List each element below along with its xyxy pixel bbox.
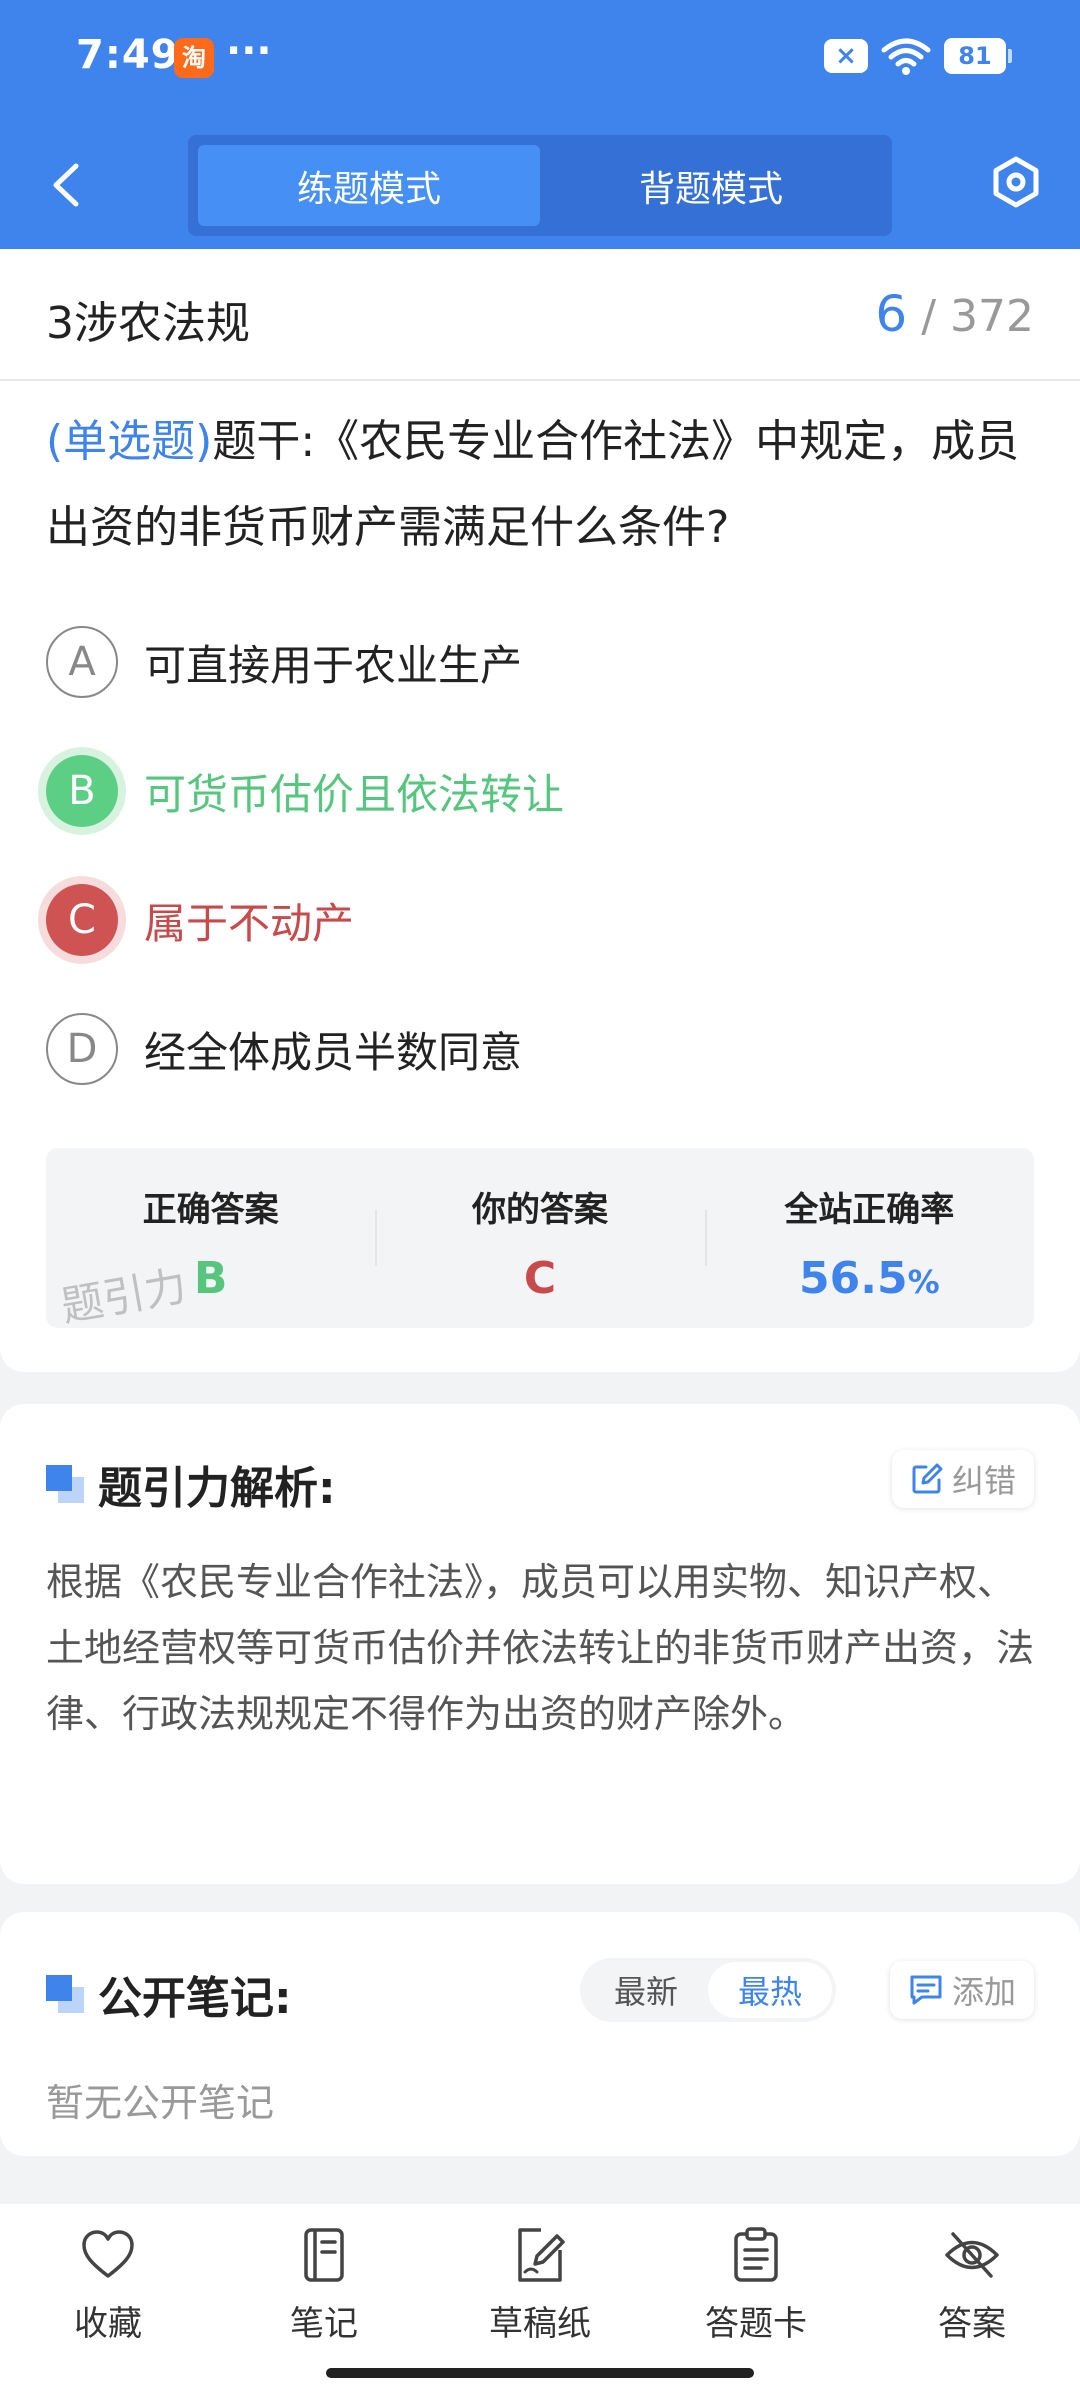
site-accuracy-number: 56.5 — [799, 1253, 908, 1304]
site-accuracy-unit: % — [907, 1263, 940, 1301]
back-button[interactable] — [40, 150, 90, 220]
nav-label: 收藏 — [74, 2304, 142, 2344]
your-answer-label: 你的答案 — [471, 1190, 608, 1230]
no-notes-text: 暂无公开笔记 — [46, 2081, 275, 2125]
sort-hottest[interactable]: 最热 — [708, 1962, 832, 2018]
option-letter: D — [46, 1013, 118, 1085]
battery-indicator: 81 — [944, 38, 1012, 74]
question-text: (单选题)题干:《农民专业合作社法》中规定，成员出资的非货币财产需满足什么条件? — [46, 399, 1036, 571]
taobao-app-icon: 淘 — [174, 38, 214, 78]
notes-card: 公开笔记: 最新 最热 添加 暂无公开笔记 — [0, 1912, 1080, 2156]
vpn-icon: × — [824, 39, 868, 73]
option-text: 可货币估价且依法转让 — [144, 769, 565, 819]
mode-switch: 练题模式 背题模式 — [188, 135, 892, 236]
nav-label: 草稿纸 — [489, 2304, 591, 2344]
correct-answer: 正确答案 B 题引力 — [46, 1148, 375, 1331]
answer-card-icon — [734, 2227, 778, 2282]
analysis-title: 题引力解析: — [46, 1452, 336, 1516]
more-notifications-icon: ··· — [226, 28, 272, 74]
your-answer: 你的答案 C — [375, 1148, 704, 1328]
section-squares-icon — [46, 1975, 84, 2013]
status-bar: 7:49 淘 ··· × 81 — [0, 0, 1080, 118]
nav-favorite[interactable]: 收藏 — [0, 2204, 216, 2400]
question-progress: 6 / 372 — [875, 285, 1034, 343]
analysis-title-text: 题引力解析: — [98, 1463, 336, 1514]
section-squares-icon — [46, 1465, 84, 1503]
hex-settings-icon — [993, 156, 1039, 208]
current-question-number: 6 — [875, 285, 908, 343]
topic-bar: 3涉农法规 6 / 372 — [0, 249, 1080, 381]
progress-separator: / — [907, 291, 951, 342]
tab-practice-mode[interactable]: 练题模式 — [198, 145, 540, 226]
answer-summary: 正确答案 B 题引力 你的答案 C 全站正确率 56.5% — [46, 1148, 1034, 1331]
settings-button[interactable] — [988, 154, 1044, 210]
add-note-label: 添加 — [951, 1973, 1016, 2011]
wifi-icon — [881, 38, 931, 75]
notebook-icon — [304, 2228, 344, 2282]
notes-title-text: 公开笔记: — [98, 1973, 292, 2024]
site-accuracy-label: 全站正确率 — [784, 1190, 955, 1230]
add-note-button[interactable]: 添加 — [889, 1961, 1034, 2019]
draft-icon — [518, 2228, 565, 2282]
analysis-card: 题引力解析: 纠错 根据《农民专业合作社法》，成员可以用实物、知识产权、土地经营… — [0, 1404, 1080, 1884]
total-questions: 372 — [950, 291, 1034, 342]
option-a[interactable]: A 可直接用于农业生产 — [46, 625, 522, 699]
status-time: 7:49 — [76, 32, 180, 78]
sort-newest[interactable]: 最新 — [584, 1962, 708, 2018]
report-error-label: 纠错 — [951, 1462, 1016, 1500]
nav-label: 答题卡 — [705, 2304, 807, 2344]
option-text: 经全体成员半数同意 — [144, 1027, 523, 1077]
notes-title: 公开笔记: — [46, 1962, 292, 2026]
comment-add-icon — [910, 1975, 942, 2005]
correct-answer-label: 正确答案 — [142, 1190, 279, 1230]
option-letter: B — [46, 755, 118, 827]
header: 7:49 淘 ··· × 81 练题模式 背题模式 — [0, 0, 1080, 249]
nav-answer[interactable]: 答案 — [864, 2204, 1080, 2400]
tab-memorize-mode[interactable]: 背题模式 — [540, 145, 882, 226]
nav-label: 答案 — [938, 2304, 1006, 2344]
site-accuracy-value: 56.5% — [705, 1253, 1034, 1304]
edit-icon — [912, 1463, 943, 1494]
option-d[interactable]: D 经全体成员半数同意 — [46, 1012, 522, 1086]
notes-sort-switch: 最新 最热 — [580, 1958, 836, 2022]
question-type: (单选题) — [46, 416, 213, 467]
option-text: 属于不动产 — [144, 898, 355, 948]
status-right: × 81 — [824, 36, 1012, 76]
topic-name: 3涉农法规 — [46, 298, 250, 349]
question-card: 3涉农法规 6 / 372 (单选题)题干:《农民专业合作社法》中规定，成员出资… — [0, 249, 1080, 1372]
nav-label: 笔记 — [290, 2304, 358, 2344]
site-accuracy: 全站正确率 56.5% — [704, 1148, 1034, 1328]
analysis-text: 根据《农民专业合作社法》，成员可以用实物、知识产权、土地经营权等可货币估价并依法… — [46, 1560, 1035, 1736]
chevron-left-icon — [53, 163, 79, 207]
option-b[interactable]: B 可货币估价且依法转让 — [46, 754, 564, 828]
option-letter: A — [46, 626, 118, 698]
eye-off-icon — [945, 2232, 999, 2278]
option-text: 可直接用于农业生产 — [144, 640, 523, 690]
option-c[interactable]: C 属于不动产 — [46, 883, 354, 957]
your-answer-value: C — [523, 1253, 557, 1304]
heart-icon — [82, 2230, 134, 2278]
option-letter: C — [46, 884, 118, 956]
report-error-button[interactable]: 纠错 — [891, 1450, 1034, 1508]
home-indicator[interactable] — [326, 2368, 754, 2378]
